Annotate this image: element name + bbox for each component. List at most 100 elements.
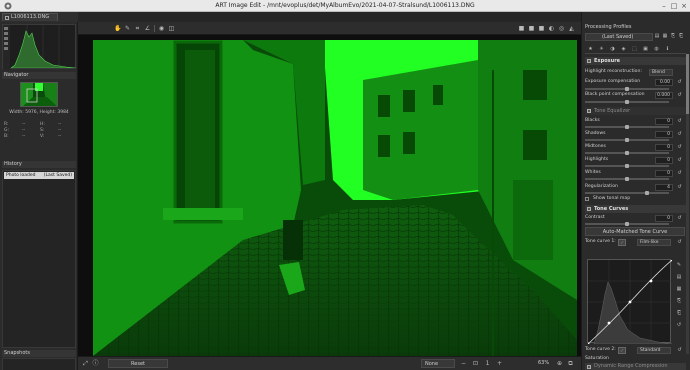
tab-image[interactable]: L1006113.DNG <box>2 13 58 21</box>
snapshots-header[interactable]: Snapshots <box>2 350 76 357</box>
curve-type-icon[interactable]: ⟋ <box>618 347 626 354</box>
history-item[interactable]: Photo loaded (Last Saved) <box>4 172 74 179</box>
curve-type-icon[interactable]: ⟋ <box>618 239 626 246</box>
histogram-raw-icon[interactable] <box>4 47 8 50</box>
reset-icon[interactable]: ↺ <box>676 92 683 99</box>
tab-favorites-icon[interactable]: ★ <box>587 46 594 53</box>
maximize-icon[interactable]: □ <box>670 2 678 10</box>
preview-luma-icon[interactable]: ◐ <box>548 25 555 32</box>
highlight-recon-select[interactable]: Blend <box>649 69 673 76</box>
contrast-slider[interactable] <box>585 222 669 226</box>
curve-reset-icon[interactable]: ↺ <box>676 322 682 329</box>
tone-eq-value[interactable]: 0 <box>655 170 673 177</box>
show-tonal-map-row[interactable]: Show tonal map <box>585 196 685 204</box>
curve-paste-icon[interactable]: ⎗ <box>676 310 682 317</box>
reset-icon[interactable]: ↺ <box>676 79 683 86</box>
tone-curves-enable-checkbox[interactable] <box>587 207 591 211</box>
zoom-out-icon[interactable]: − <box>460 360 467 367</box>
tone-curve-editor[interactable] <box>586 258 674 346</box>
tab-meta-icon[interactable]: ℹ <box>664 46 671 53</box>
regularization-slider[interactable] <box>585 191 669 195</box>
tab-local-icon[interactable]: ◍ <box>653 46 660 53</box>
tab-color-icon[interactable]: ◑ <box>609 46 616 53</box>
curve-save-icon[interactable]: ▦ <box>676 286 682 293</box>
curve-open-icon[interactable]: ▤ <box>676 274 682 281</box>
histogram-green-icon[interactable] <box>4 32 8 35</box>
tone-eq-section-header[interactable]: Tone Equalizer <box>585 107 686 115</box>
clipping-indicator-icon[interactable]: ◭ <box>568 25 575 32</box>
black-point-slider[interactable] <box>585 100 669 104</box>
tone-curve-1-mode-select[interactable]: Film-like <box>637 239 671 246</box>
before-after-icon[interactable]: ◫ <box>168 25 175 32</box>
contrast-value[interactable]: 0 <box>655 215 673 222</box>
tab-detail-icon[interactable]: ◈ <box>620 46 627 53</box>
right-panel-scrollbar[interactable] <box>686 54 689 354</box>
copy-profile-icon[interactable]: ⎘ <box>670 33 676 40</box>
reset-icon[interactable]: ↺ <box>676 170 683 177</box>
zoom-in-icon[interactable]: + <box>496 360 503 367</box>
save-profile-icon[interactable]: ▦ <box>662 33 668 40</box>
dynamic-range-section-header[interactable]: Dynamic Range Compression <box>585 363 686 370</box>
exposure-comp-slider[interactable] <box>585 87 669 91</box>
history-header[interactable]: History <box>2 161 76 168</box>
curve-copy-icon[interactable]: ⎘ <box>676 298 682 305</box>
dynamic-range-enable-checkbox[interactable] <box>587 365 591 369</box>
reset-icon[interactable]: ↺ <box>676 347 683 354</box>
reset-icon[interactable]: ↺ <box>676 184 683 191</box>
profile-select[interactable]: (Last Saved) <box>585 33 653 41</box>
preview-mode-select[interactable]: None <box>421 359 455 368</box>
exposure-section-header[interactable]: Exposure <box>585 57 686 65</box>
open-profile-icon[interactable]: ▤ <box>654 33 660 40</box>
tone-curve-2-mode-select[interactable]: Standard <box>637 347 671 354</box>
histogram-red-icon[interactable] <box>4 27 8 30</box>
reset-icon[interactable]: ↺ <box>676 144 683 151</box>
navigator-thumbnail[interactable] <box>20 82 58 107</box>
tone-eq-slider[interactable] <box>585 125 669 129</box>
exposure-enable-checkbox[interactable] <box>587 59 591 63</box>
histogram-luma-icon[interactable] <box>4 42 8 45</box>
preview-red-icon[interactable]: ■ <box>518 25 525 32</box>
tone-eq-value[interactable]: 0 <box>655 118 673 125</box>
tone-eq-slider[interactable] <box>585 151 669 155</box>
new-window-icon[interactable]: ⧉ <box>567 360 574 367</box>
tab-transform-icon[interactable]: ⬚ <box>631 46 638 53</box>
crop-tool-icon[interactable]: ⌗ <box>134 25 141 32</box>
reset-icon[interactable]: ↺ <box>676 118 683 125</box>
preview-blue-icon[interactable]: ■ <box>538 25 545 32</box>
close-icon[interactable]: × <box>680 2 688 10</box>
regularization-value[interactable]: 4 <box>655 184 673 191</box>
straighten-tool-icon[interactable]: ∠ <box>144 25 151 32</box>
preview-green-icon[interactable]: ■ <box>528 25 535 32</box>
tone-curves-section-header[interactable]: Tone Curves <box>585 205 686 213</box>
tone-eq-value[interactable]: 0 <box>655 144 673 151</box>
reset-icon[interactable]: ↺ <box>676 215 683 222</box>
exposure-comp-value[interactable]: 0.00 <box>655 79 673 86</box>
tone-eq-slider[interactable] <box>585 177 669 181</box>
reset-icon[interactable]: ↺ <box>676 131 683 138</box>
tone-eq-enable-checkbox[interactable] <box>587 109 591 113</box>
curve-edit-icon[interactable]: ✎ <box>676 262 682 269</box>
zoom-in-button-icon[interactable]: ⊕ <box>556 360 563 367</box>
navigator-header[interactable]: Navigator <box>2 72 76 79</box>
tab-exposure-icon[interactable]: ☀ <box>598 46 605 53</box>
black-point-value[interactable]: 0.000 <box>655 92 673 99</box>
info-icon[interactable]: ⓘ <box>92 360 99 367</box>
zoom-fit-icon[interactable]: ⊡ <box>472 360 479 367</box>
reset-icon[interactable]: ↺ <box>676 239 683 246</box>
auto-matched-curve-button[interactable]: Auto-Matched Tone Curve <box>585 227 685 236</box>
tone-eq-value[interactable]: 0 <box>655 157 673 164</box>
color-picker-icon[interactable]: ◉ <box>158 25 165 32</box>
show-tonal-map-checkbox[interactable] <box>585 197 589 201</box>
histogram-blue-icon[interactable] <box>4 37 8 40</box>
zoom-100-icon[interactable]: 1 <box>484 360 491 367</box>
minimize-icon[interactable]: – <box>660 2 668 10</box>
tone-eq-slider[interactable] <box>585 138 669 142</box>
paste-profile-icon[interactable]: ⎗ <box>678 33 684 40</box>
reset-button[interactable]: Reset <box>108 359 168 368</box>
fullscreen-icon[interactable]: ⤢ <box>82 360 89 367</box>
white-balance-picker-icon[interactable]: ✎ <box>124 25 131 32</box>
photo-preview[interactable] <box>93 40 577 356</box>
hand-tool-icon[interactable]: ✋ <box>114 25 121 32</box>
tone-eq-slider[interactable] <box>585 164 669 168</box>
focus-mask-icon[interactable]: ◎ <box>558 25 565 32</box>
